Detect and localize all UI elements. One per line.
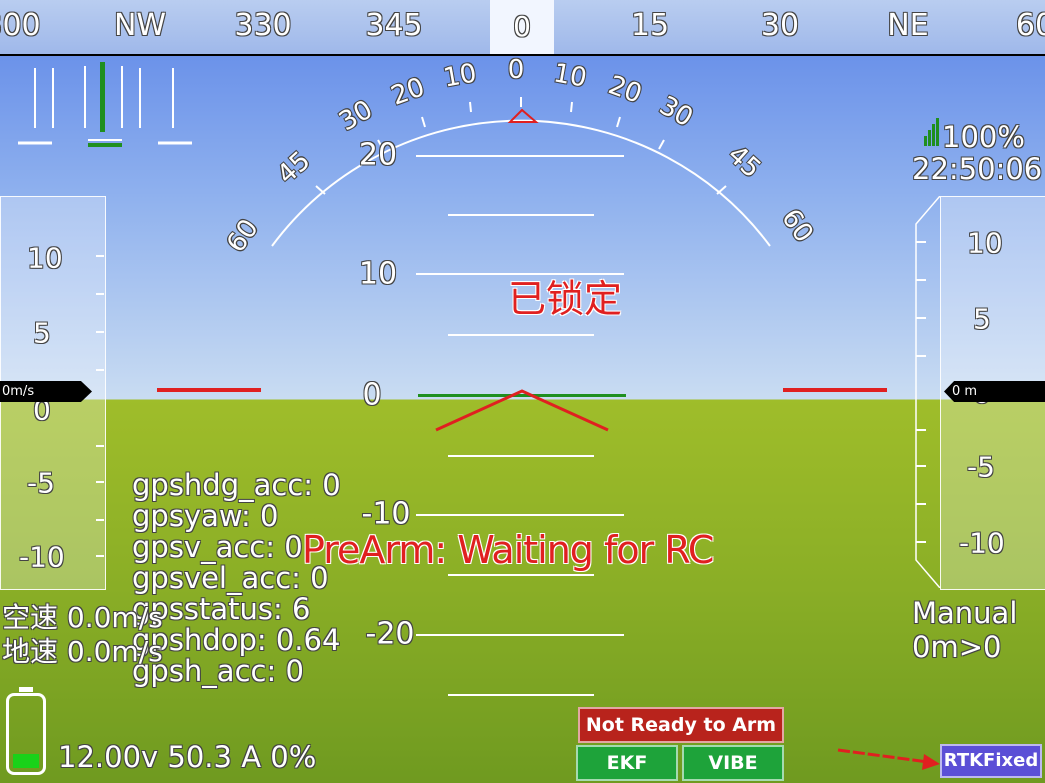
gps-param: gpsyaw: 0	[132, 499, 279, 533]
gps-param-list: gpshdg_acc: 0 gpsyaw: 0 gpsv_acc: 0 gpsv…	[132, 470, 341, 687]
prearm-message: PreArm: Waiting for RC	[302, 528, 714, 572]
pitch-line	[448, 214, 594, 216]
pitch-label: 20	[358, 137, 398, 173]
alt-tick-label: -5	[967, 450, 995, 484]
alt-tick-label: 5	[973, 302, 991, 336]
rtk-arrow-icon	[837, 748, 940, 770]
pitch-label: -10	[361, 496, 411, 532]
pitch-label: 10	[358, 256, 398, 292]
altitude-tape-ticks	[915, 196, 941, 588]
pitch-label: -20	[365, 616, 415, 652]
arm-status-indicator[interactable]: Not Ready to Arm	[578, 707, 784, 743]
roll-label: 10	[441, 58, 479, 94]
ekf-indicator[interactable]: EKF	[576, 745, 678, 781]
speed-tick-label: -10	[19, 540, 65, 574]
pitch-line	[416, 514, 624, 516]
altitude-pointer: 0 m	[944, 381, 1045, 402]
gps-param: gpsvel_acc: 0	[132, 561, 329, 595]
aircraft-symbol	[157, 388, 887, 432]
rtk-indicator[interactable]: RTKFixed	[940, 744, 1042, 778]
battery-readout: 12.00v 50.3 A 0%	[58, 740, 317, 774]
alt-tick-label: 10	[967, 226, 1003, 260]
alt-tick-label: -10	[959, 526, 1005, 560]
pitch-line	[448, 694, 594, 696]
speed-tick-label: 10	[27, 241, 63, 275]
gps-param: gpshdg_acc: 0	[132, 468, 341, 502]
signal-icon	[924, 118, 940, 146]
flight-mode: Manual	[912, 596, 1018, 630]
speed-tick-label: -5	[27, 466, 55, 500]
armed-status: 已锁定	[508, 277, 623, 321]
roll-label: 0	[507, 55, 525, 85]
battery-icon	[6, 687, 46, 775]
gps-param: gpsh_acc: 0	[132, 654, 304, 688]
pitch-line	[448, 455, 594, 457]
distance-readout: 0m>0	[912, 630, 1002, 664]
pitch-line	[448, 574, 594, 576]
gps-param: gpsstatus: 6	[132, 592, 311, 626]
roll-label: 10	[551, 58, 589, 94]
speed-tape-ticks	[96, 255, 104, 557]
speed-tick-label: 5	[33, 316, 51, 350]
speed-pointer: 0m/s	[0, 381, 92, 402]
pitch-line	[448, 334, 594, 336]
groundspeed-readout: 地速 0.0m/s	[2, 635, 163, 668]
pitch-line	[416, 155, 624, 157]
vibe-indicator[interactable]: VIBE	[682, 745, 784, 781]
pitch-line	[416, 634, 624, 636]
clock-time: 22:50:06	[912, 152, 1043, 186]
signal-percent: 100%	[942, 120, 1025, 154]
gps-param: gpshdop: 0.64	[132, 623, 341, 657]
gps-param: gpsv_acc: 0	[132, 530, 303, 564]
